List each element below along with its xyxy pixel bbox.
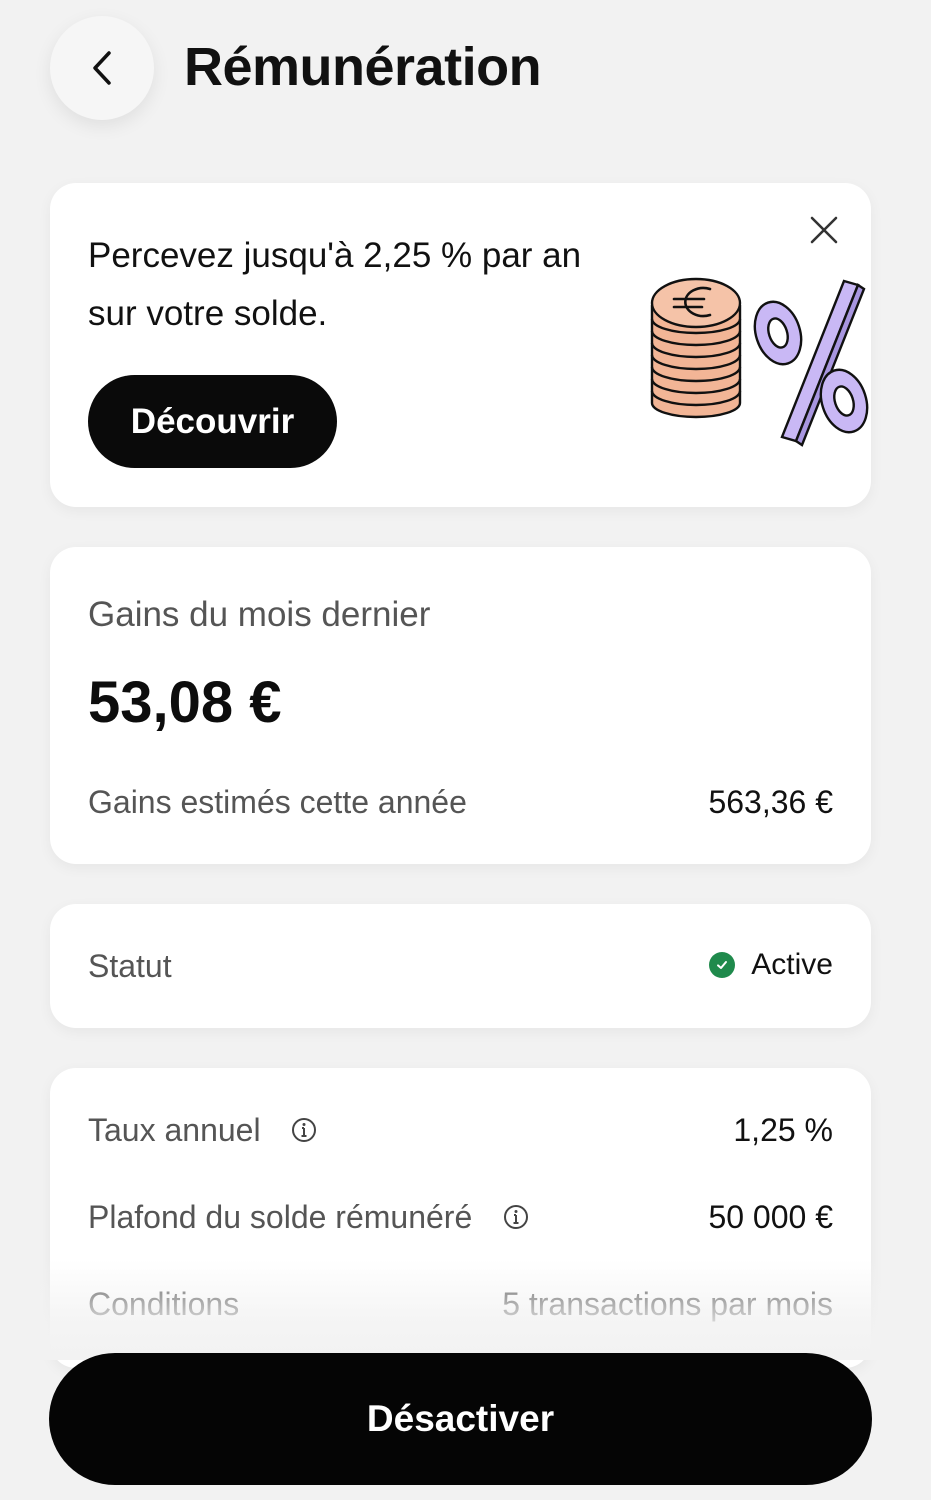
rate-row: Taux annuel (88, 1112, 317, 1149)
cap-row: Plafond du solde rémunéré (88, 1199, 529, 1236)
status-value: Active (751, 948, 833, 981)
status-label: Statut (88, 948, 172, 984)
back-button[interactable] (50, 16, 154, 120)
chevron-left-icon (93, 51, 111, 85)
cap-value: 50 000 € (708, 1199, 833, 1235)
gains-card: Gains du mois dernier 53,08 € Gains esti… (50, 547, 871, 864)
page-title: Rémunération (184, 37, 542, 97)
status-badge: Active (709, 948, 833, 982)
conditions-value: 5 transactions par mois (502, 1286, 833, 1322)
rate-value: 1,25 % (733, 1112, 833, 1148)
gains-label: Gains du mois dernier (88, 595, 431, 634)
cap-label: Plafond du solde rémunéré (88, 1199, 473, 1235)
promo-text: Percevez jusqu'à 2,25 % par an sur votre… (88, 236, 582, 333)
check-icon (709, 952, 736, 978)
close-icon[interactable] (807, 213, 841, 247)
promo-card: Percevez jusqu'à 2,25 % par an sur votre… (50, 183, 871, 507)
remuneration-screen: Rémunération Percevez jusqu'à 2,25 % par… (0, 0, 931, 1500)
details-card: Taux annuel 1,25 % Plafond du solde rému… (50, 1068, 871, 1368)
rate-label: Taux annuel (88, 1112, 261, 1148)
estimate-label: Gains estimés cette année (88, 784, 467, 820)
discover-button[interactable]: Découvrir (88, 375, 337, 468)
info-icon[interactable] (503, 1204, 529, 1230)
gains-amount: 53,08 € (88, 670, 282, 735)
deactivate-button[interactable]: Désactiver (49, 1353, 872, 1485)
euro-coins-percent-illustration (650, 277, 869, 447)
info-icon[interactable] (291, 1117, 317, 1143)
estimate-value: 563,36 € (708, 784, 833, 820)
conditions-label: Conditions (88, 1286, 240, 1322)
status-card: Statut Active (50, 904, 871, 1028)
